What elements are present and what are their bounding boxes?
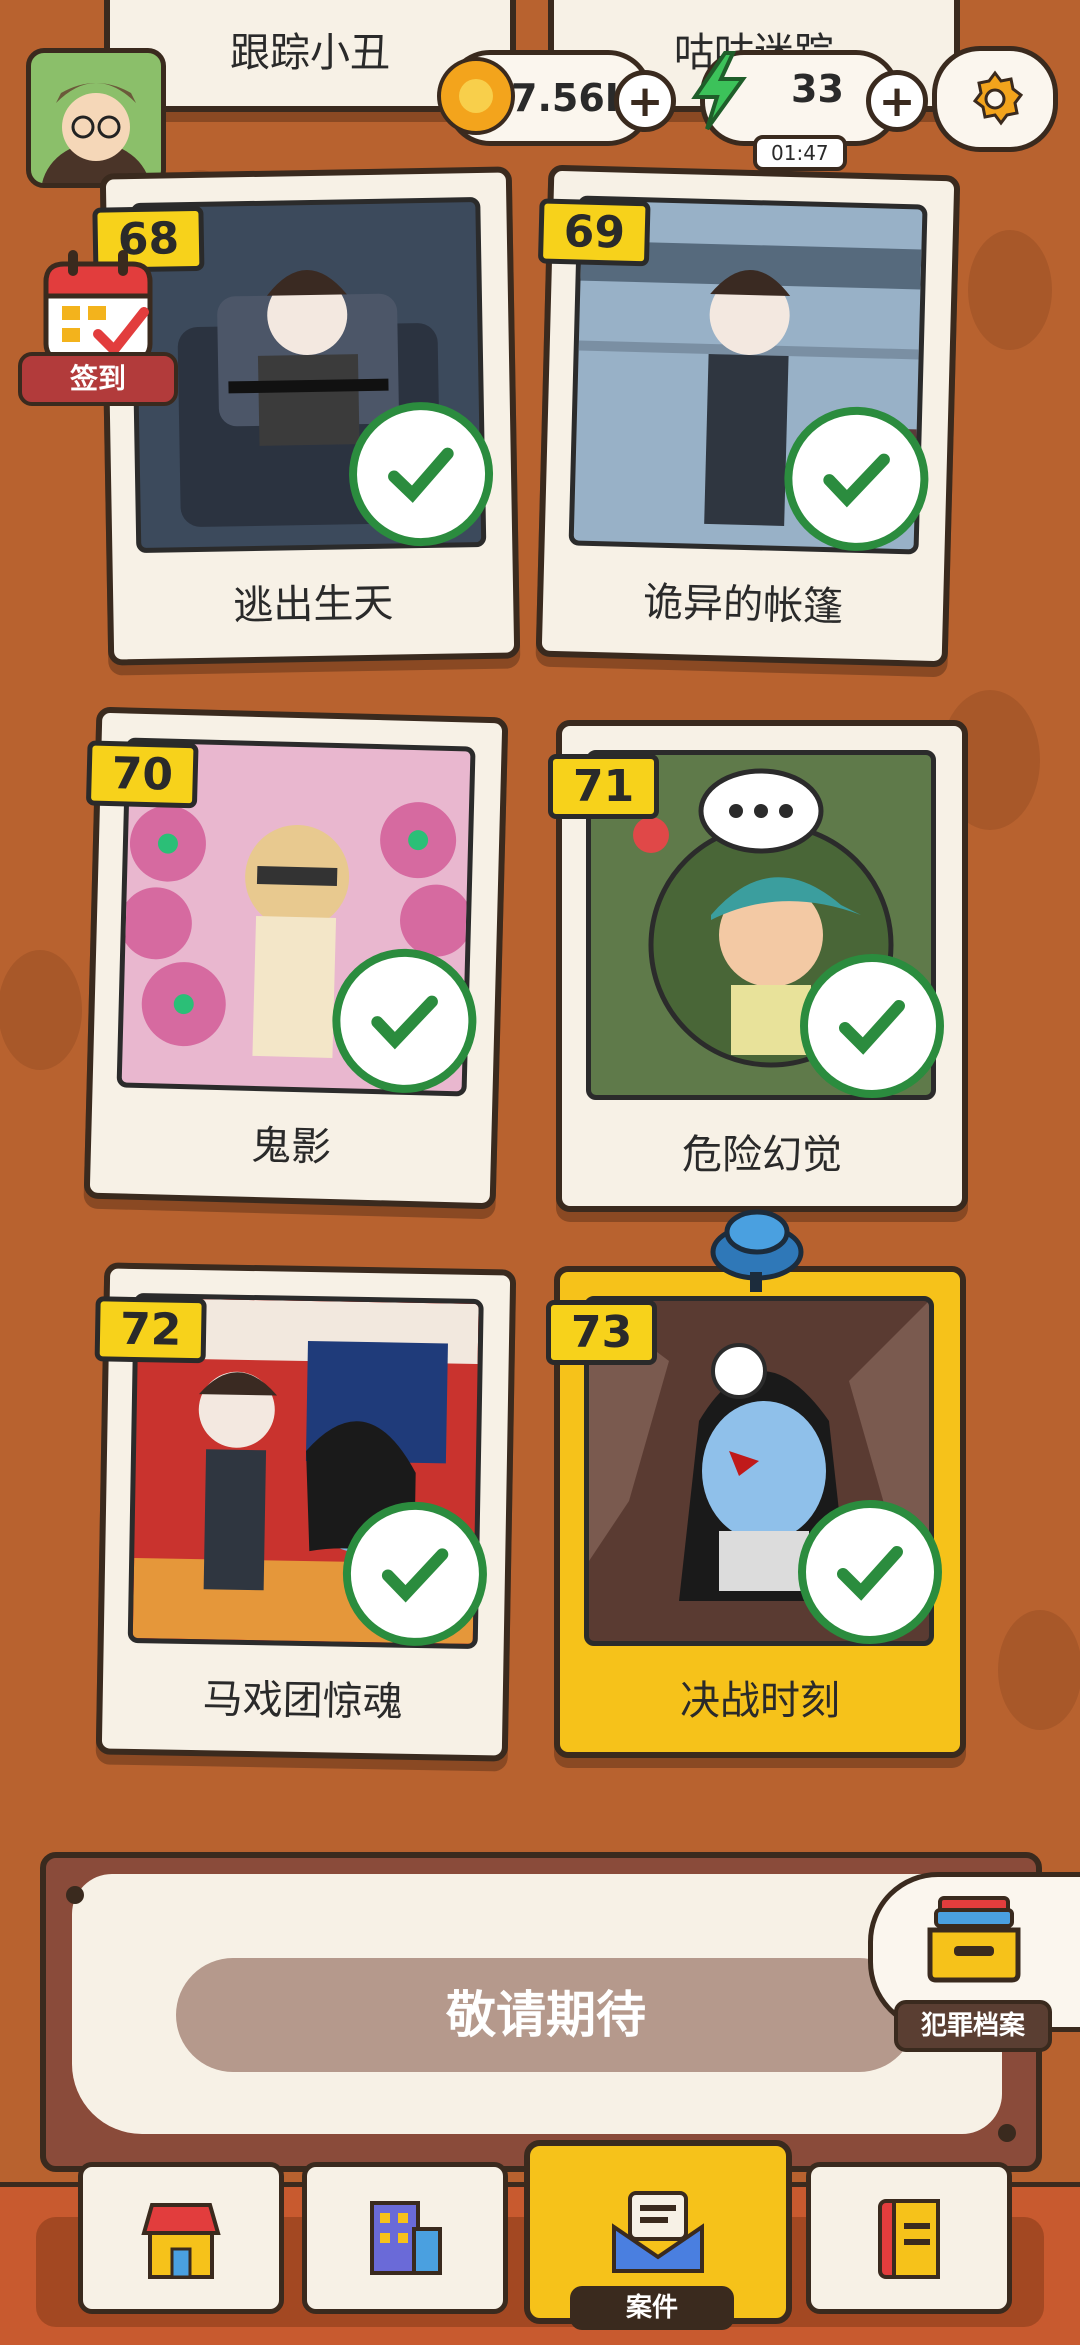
- book-icon: [878, 2199, 940, 2279]
- pushpin-icon: [710, 1209, 804, 1292]
- nav-active-label: 案件: [570, 2286, 734, 2330]
- detective-avatar-icon: [42, 83, 150, 183]
- completed-check-icon: [800, 954, 944, 1098]
- archive-tray-icon: [927, 1896, 1021, 1983]
- crime-archive-label: 犯罪档案: [894, 2000, 1052, 2052]
- nav-cases-active[interactable]: 案件: [524, 2140, 792, 2330]
- level-card-70[interactable]: 70 鬼影: [83, 706, 509, 1210]
- building-icon: [370, 2201, 442, 2275]
- level-card-71[interactable]: 71 危险幻觉: [548, 720, 968, 1212]
- shop-icon: [141, 2203, 221, 2279]
- footprint-decoration: [968, 230, 1052, 350]
- energy-timer: 01:47: [753, 135, 847, 171]
- level-number: 70: [85, 740, 199, 809]
- level-card-73-current[interactable]: 73 决战时刻: [546, 1266, 966, 1758]
- add-coins-button[interactable]: +: [614, 70, 676, 132]
- nav-book[interactable]: [806, 2162, 1012, 2314]
- level-title: 鬼影: [250, 1122, 332, 1171]
- footprint-decoration: [998, 1610, 1080, 1730]
- checkin-label: 签到: [18, 352, 178, 406]
- level-title: 决战时刻: [680, 1678, 840, 1724]
- coming-soon-label: 敬请期待: [176, 1958, 916, 2072]
- level-title: 危险幻觉: [682, 1132, 842, 1178]
- level-number: 71: [548, 754, 660, 819]
- level-number: 69: [537, 198, 651, 267]
- level-number: 72: [94, 1296, 207, 1364]
- completed-check-icon: [798, 1500, 942, 1644]
- level-card-68[interactable]: 68 逃出生天: [92, 166, 521, 666]
- level-number: 73: [546, 1300, 658, 1365]
- coin-icon: [437, 57, 515, 135]
- player-avatar[interactable]: [26, 48, 166, 188]
- level-title: 诡异的帐篷: [642, 579, 844, 631]
- settings-button[interactable]: [932, 46, 1058, 152]
- energy-amount: 33: [791, 67, 844, 111]
- level-card-72[interactable]: 72 马戏团惊魂: [94, 1262, 517, 1762]
- calendar-icon: [43, 250, 153, 365]
- crime-archive-button[interactable]: 犯罪档案: [868, 1872, 1080, 2052]
- gear-icon: [972, 70, 1024, 126]
- nav-shop[interactable]: [78, 2162, 284, 2314]
- case-mail-icon: [612, 2191, 704, 2273]
- nav-building[interactable]: [302, 2162, 508, 2314]
- level-card-69[interactable]: 69 诡异的帐篷: [535, 164, 961, 668]
- add-energy-button[interactable]: +: [866, 70, 928, 132]
- lightning-icon: [691, 51, 747, 131]
- checkin-button[interactable]: 签到: [18, 246, 178, 406]
- level-title: 马戏团惊魂: [202, 1676, 404, 1726]
- level-title: 逃出生天: [232, 580, 394, 630]
